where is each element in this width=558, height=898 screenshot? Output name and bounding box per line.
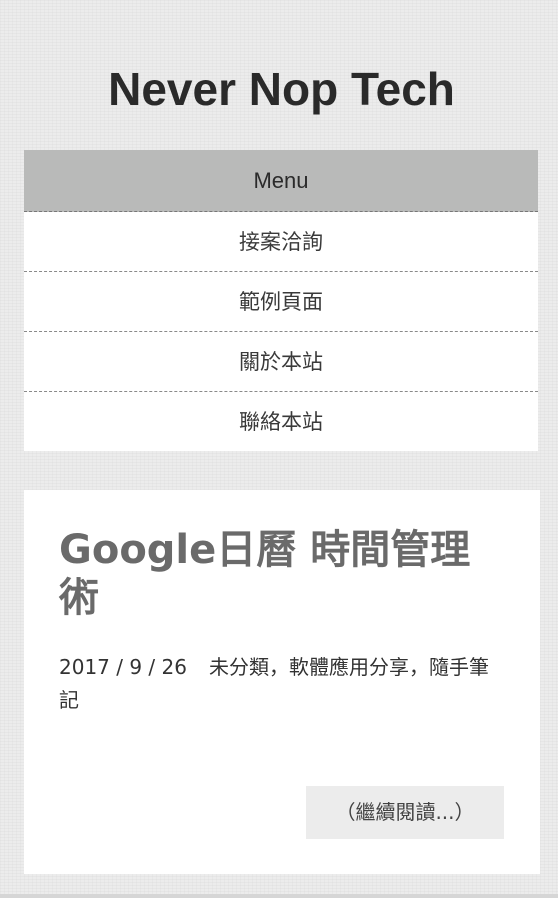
page-bottom-edge bbox=[0, 894, 558, 898]
menu-item-inquiry[interactable]: 接案洽詢 bbox=[24, 212, 538, 272]
read-more-button[interactable]: （繼續閱讀...） bbox=[306, 786, 504, 839]
post-title[interactable]: Google日曆 時間管理術 bbox=[59, 526, 506, 622]
category-link-uncategorized[interactable]: 未分類 bbox=[209, 655, 269, 679]
menu-item-contact[interactable]: 聯絡本站 bbox=[24, 392, 538, 451]
category-link-software[interactable]: 軟體應用分享 bbox=[289, 655, 409, 679]
post-card: Google日曆 時間管理術 2017 / 9 / 26 未分類，軟體應用分享，隨… bbox=[24, 490, 540, 874]
category-separator: ， bbox=[408, 655, 429, 679]
post-date: 2017 / 9 / 26 bbox=[59, 655, 187, 679]
main-navigation: Menu 接案洽詢 範例頁面 關於本站 聯絡本站 bbox=[24, 150, 538, 451]
site-title[interactable]: Never Nop Tech bbox=[0, 58, 558, 120]
menu-toggle-button[interactable]: Menu bbox=[24, 150, 538, 212]
post-meta: 2017 / 9 / 26 未分類，軟體應用分享，隨手筆記 bbox=[59, 651, 506, 717]
menu-item-about[interactable]: 關於本站 bbox=[24, 332, 538, 392]
menu-item-sample-page[interactable]: 範例頁面 bbox=[24, 272, 538, 332]
category-separator: ， bbox=[268, 655, 289, 679]
